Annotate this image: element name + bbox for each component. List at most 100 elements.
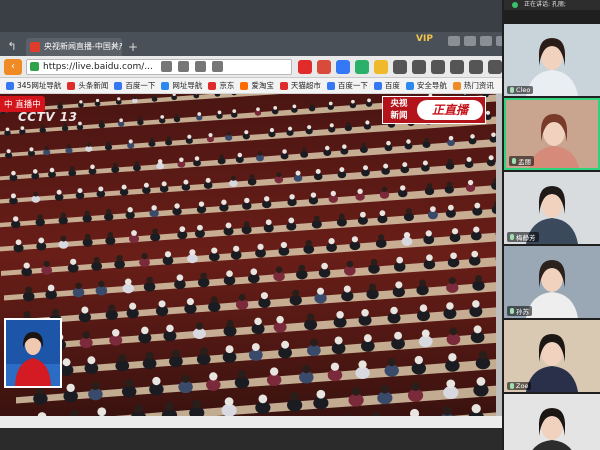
extension-k-icon[interactable] <box>393 60 407 74</box>
bookmark-item[interactable]: 爱淘宝 <box>240 80 274 91</box>
participant-tile[interactable]: 孙苏 <box>504 246 600 318</box>
participant-name-tag: Cleo <box>507 86 534 94</box>
participant-name: 孟丽 <box>518 158 531 166</box>
vip-badge[interactable]: VIP <box>416 34 433 44</box>
bookmark-favicon-icon <box>279 81 288 90</box>
extension-game-icon[interactable] <box>431 60 445 74</box>
participant-name: Cleo <box>516 86 531 94</box>
bookmark-favicon-icon <box>452 81 461 90</box>
participant-tile[interactable]: 梅静芳 <box>504 172 600 244</box>
participant-name: Zoe <box>516 382 529 390</box>
microphone-icon <box>510 383 514 389</box>
bookmark-label: 京东 <box>219 81 235 90</box>
bookmark-label: 网址导航 <box>172 81 203 90</box>
bookmark-favicon-icon <box>373 81 382 90</box>
maximize-icon[interactable] <box>480 36 492 46</box>
bookmark-item[interactable]: 百度一下 <box>326 80 368 91</box>
secure-lock-icon <box>30 62 39 71</box>
participant-name: 孙苏 <box>516 308 529 316</box>
site-favicon-icon <box>30 42 40 52</box>
microphone-icon <box>512 158 516 164</box>
extension-red-icon[interactable] <box>298 60 312 74</box>
new-tab-button[interactable]: + <box>128 38 138 56</box>
translate-icon[interactable] <box>212 61 223 72</box>
home-icon[interactable]: ‹ <box>4 59 22 75</box>
extension-undo-icon[interactable] <box>469 60 483 74</box>
bookmark-favicon-icon <box>240 81 249 90</box>
speaking-indicator: 正在讲话: 孔丽; <box>504 0 600 10</box>
participant-name-tag: 孙苏 <box>507 306 532 316</box>
bookmark-star-icon[interactable] <box>161 61 172 72</box>
bookmark-label: 百度一下 <box>125 81 156 90</box>
browser-toolbar: ‹ https://live.baidu.com/... <box>0 56 502 78</box>
participant-tile[interactable] <box>504 394 600 450</box>
extension-blue-icon[interactable] <box>336 60 350 74</box>
participant-name-tag: 梅静芳 <box>507 232 539 242</box>
bookmark-label: 爱淘宝 <box>251 81 274 90</box>
logo-news-text: 央视 新闻 <box>390 99 408 121</box>
participant-name: 梅静芳 <box>516 234 536 242</box>
reload-icon[interactable] <box>195 61 206 72</box>
tab-live-stream[interactable]: 央视新闻直播-中国共产 × <box>26 38 122 56</box>
bookmark-item[interactable]: 网址导航 <box>161 80 202 91</box>
bookmark-item[interactable]: 345网址导航 <box>6 80 61 91</box>
tab-close-icon[interactable]: × <box>110 38 118 56</box>
screen: ↰ 央视新闻直播-中国共产 × + VIP ‹ https://live.bai… <box>0 0 600 450</box>
bookmarks-bar: 345网址导航 头条新闻 百度一下 网址导航 京东 爱淘宝 天猫超市 百度一下 百度 安全导航 热门… <box>0 78 502 94</box>
extension-gift-icon[interactable] <box>317 60 331 74</box>
extension-cut-icon[interactable] <box>450 60 464 74</box>
bookmark-label: 头条新闻 <box>78 81 109 90</box>
bookmark-item[interactable]: 百度 <box>373 80 400 91</box>
bookmark-favicon-icon <box>6 81 14 90</box>
address-actions <box>161 61 223 72</box>
bookmark-favicon-icon <box>67 81 76 90</box>
speaking-label: 正在讲话: 孔丽; <box>524 1 566 8</box>
extension-yellow-icon[interactable] <box>374 60 388 74</box>
bookmark-item[interactable]: 天猫超市 <box>279 80 321 91</box>
extension-green-icon[interactable] <box>355 60 369 74</box>
bookmark-label: 天猫超市 <box>290 81 321 90</box>
bookmark-favicon-icon <box>114 81 123 90</box>
participant-video-icon <box>504 394 600 450</box>
shared-browser-window: ↰ 央视新闻直播-中国共产 × + VIP ‹ https://live.bai… <box>0 0 508 450</box>
participant-name-tag: Zoe <box>507 382 532 390</box>
live-video[interactable] <box>0 94 496 416</box>
speaker-icon <box>512 2 518 8</box>
window-controls <box>448 36 508 46</box>
bookmark-favicon-icon <box>161 81 170 90</box>
cctv-news-logo: 央视 新闻 正直播 <box>382 96 486 124</box>
address-bar[interactable]: https://live.baidu.com/... <box>26 59 292 75</box>
status-bar <box>0 428 502 450</box>
bookmark-label: 345网址导航 <box>17 81 62 90</box>
bookmark-item[interactable]: 热门资讯 <box>452 80 494 91</box>
bookmark-favicon-icon <box>405 81 414 90</box>
sign-language-inset <box>4 318 62 388</box>
back-button[interactable]: ↰ <box>4 40 20 54</box>
extension-icons <box>298 60 502 74</box>
bookmark-label: 热门资讯 <box>463 81 494 90</box>
extension-more-icon[interactable] <box>488 60 502 74</box>
extension-screenshot-icon[interactable] <box>412 60 426 74</box>
bookmark-favicon-icon <box>208 81 217 90</box>
lightning-icon[interactable] <box>178 61 189 72</box>
participant-tile[interactable]: 孟丽 <box>504 98 600 170</box>
participant-tile[interactable]: Cleo <box>504 24 600 96</box>
bookmark-item[interactable]: 京东 <box>208 80 234 91</box>
bookmark-favicon-icon <box>326 81 335 90</box>
menu-icon[interactable] <box>448 36 460 46</box>
participant-name-tag: 孟丽 <box>509 156 534 166</box>
cctv-channel-logo: CCTV 13 <box>18 110 78 124</box>
assembly-hall-scene <box>0 94 496 416</box>
minimize-icon[interactable] <box>464 36 476 46</box>
bookmark-label: 安全导航 <box>416 81 447 90</box>
microphone-icon <box>510 308 514 314</box>
horizontal-scrollbar[interactable] <box>0 416 502 428</box>
bookmark-item[interactable]: 头条新闻 <box>67 80 108 91</box>
bookmark-item[interactable]: 安全导航 <box>405 80 447 91</box>
microphone-icon <box>510 234 514 240</box>
logo-live-text: 正直播 <box>417 100 483 120</box>
participant-tile[interactable]: Zoe <box>504 320 600 392</box>
bookmark-label: 百度 <box>384 81 400 90</box>
bookmark-item[interactable]: 百度一下 <box>114 80 155 91</box>
microphone-icon <box>510 87 514 93</box>
